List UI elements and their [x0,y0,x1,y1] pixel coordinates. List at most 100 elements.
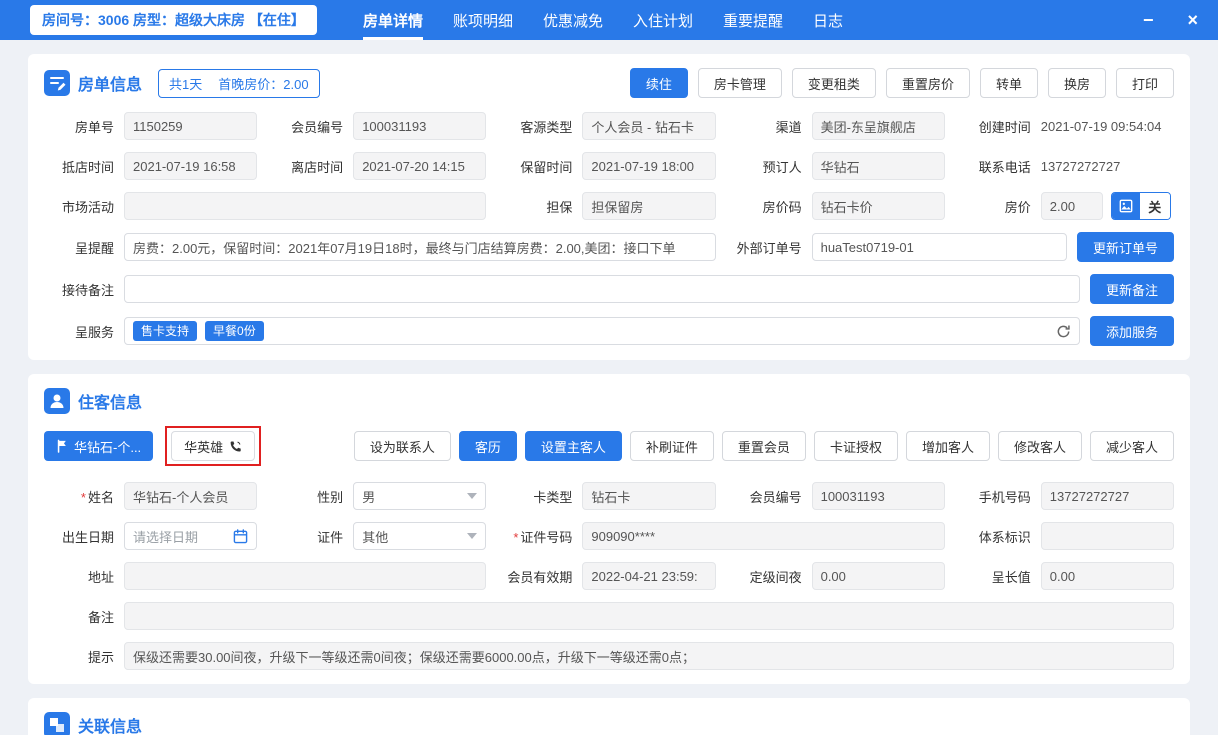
id-type-value: 其他 [362,529,389,545]
hold-time-field: 保留时间 2021-07-19 18:00 [502,152,716,180]
extend-stay-button[interactable]: 续住 [629,68,688,98]
id-no-field: * 证件号码 909090**** [502,522,945,550]
leave-time-value: 2021-07-20 14:15 [353,152,487,180]
tab-important-reminder[interactable]: 重要提醒 [723,0,783,40]
arrive-time-label: 抵店时间 [61,159,114,175]
guest-name-field: * 姓名 华钻石-个人会员 [44,482,258,510]
set-main-guest-button[interactable]: 设置主客人 [524,431,622,461]
guest-member-no-value: 100031193 [811,482,945,510]
set-contact-button[interactable]: 设为联系人 [353,431,451,461]
booker-field: 预订人 华钻石 [732,152,945,180]
reception-note-label: 接待备注 [61,282,114,298]
remove-guest-button[interactable]: 减少客人 [1089,431,1174,461]
print-button[interactable]: 打印 [1115,68,1174,98]
guest-section-title: 住客信息 [78,395,143,412]
guarantee-field: 担保 担保留房 [502,192,716,220]
reminder-text: 房费：2.00元，保留时间：2021年07月19日18时，最终与门店结算房费：2… [133,240,676,256]
tab-log[interactable]: 日志 [813,0,843,40]
birthday-label: 出生日期 [61,529,114,545]
guest-source-label: 客源类型 [520,119,573,135]
guest-source-field: 客源类型 个人会员 - 钻石卡 [502,112,716,140]
create-time-label: 创建时间 [978,119,1031,135]
service-tag: 早餐0份 [205,321,264,341]
change-room-button[interactable]: 换房 [1047,68,1106,98]
close-icon[interactable]: × [1187,11,1198,29]
minimize-icon[interactable]: − [1143,11,1154,29]
order-no-value: 1150259 [124,112,258,140]
update-order-no-button[interactable]: 更新订单号 [1076,232,1174,262]
external-order-input[interactable]: huaTest0719-01 [811,233,1067,261]
chevron-down-icon [467,493,478,499]
member-no-label: 会员编号 [291,119,344,135]
topbar: 房间号：3006 房型：超级大床房 【在住】 房单详情 账项明细 优惠减免 入住… [0,0,1218,40]
leave-time-field: 离店时间 2021-07-20 14:15 [273,152,487,180]
cheng-value-field: 呈长值 0.00 [961,562,1174,590]
price-switch-state[interactable]: 关 [1139,193,1170,219]
arrive-time-field: 抵店时间 2021-07-19 16:58 [44,152,258,180]
guest-actions: 设为联系人 客历 设置主客人 补刷证件 重置会员 卡证授权 增加客人 修改客人 … [353,431,1174,461]
rescan-id-button[interactable]: 补刷证件 [629,431,714,461]
related-info-section: 关联信息 [28,698,1190,735]
window-controls: − × [1143,11,1198,29]
price-chart-icon-button[interactable] [1111,193,1140,219]
guest-tab-primary[interactable]: 华钻石-个... [44,431,154,461]
guest-tab-label: 华英雄 [184,439,224,455]
guest-toolbar: 华钻石-个... 华英雄 设为联系人 客历 设置主客人 补刷证件 重置会员 卡证… [44,426,1174,466]
phone-icon [229,440,242,453]
reset-member-button[interactable]: 重置会员 [721,431,806,461]
guest-note-field: 备注 [44,602,1174,630]
calendar-icon[interactable] [233,528,248,544]
reminder-label: 呈提醒 [74,240,114,256]
reminder-field: 呈提醒 房费：2.00元，保留时间：2021年07月19日18时，最终与门店结算… [44,232,716,262]
price-display-toggle: 关 [1110,192,1171,220]
cheng-value-label: 呈长值 [991,569,1031,585]
order-no-label: 房单号 [74,119,114,135]
external-order-label: 外部订单号 [736,240,802,256]
gender-label: 性别 [317,489,344,505]
guest-history-button[interactable]: 客历 [458,431,517,461]
member-no-value: 100031193 [353,112,487,140]
contact-phone-label: 联系电话 [978,159,1031,175]
birthday-input[interactable]: 请选择日期 [124,522,258,550]
required-mark: * [80,489,86,505]
update-note-button[interactable]: 更新备注 [1089,274,1174,304]
reset-price-button[interactable]: 重置房价 [885,68,970,98]
campaign-field: 市场活动 [44,192,487,220]
create-time-field: 创建时间 2021-07-19 09:54:04 [961,112,1174,140]
leave-time-label: 离店时间 [291,159,344,175]
id-type-field: 证件 其他 [273,522,487,550]
guarantee-label: 担保 [546,199,573,215]
system-flag-field: 体系标识 [961,522,1174,550]
create-time-value: 2021-07-19 09:54:04 [1040,118,1162,134]
related-info-header: 关联信息 [44,712,1174,735]
room-price-value: 2.00 [1040,192,1103,220]
card-authorize-button[interactable]: 卡证授权 [813,431,898,461]
add-service-button[interactable]: 添加服务 [1089,316,1174,346]
service-field: 呈服务 售卡支持 早餐0份 添加服务 [44,316,1174,346]
channel-label: 渠道 [775,119,802,135]
address-field: 地址 [44,562,487,590]
room-order-window: 房间号：3006 房型：超级大床房 【在住】 房单详情 账项明细 优惠减免 入住… [0,0,1218,735]
refresh-icon[interactable] [1056,324,1071,339]
rate-code-field: 房价码 钻石卡价 [732,192,945,220]
edit-guest-button[interactable]: 修改客人 [997,431,1082,461]
add-guest-button[interactable]: 增加客人 [905,431,990,461]
tab-order-detail[interactable]: 房单详情 [362,0,423,40]
tab-checkin-plan[interactable]: 入住计划 [633,0,693,40]
hold-time-value: 2021-07-19 18:00 [582,152,716,180]
related-link-icon [44,712,70,735]
service-tags-container: 售卡支持 早餐0份 [124,317,1080,345]
cheng-value-value: 0.00 [1040,562,1174,590]
tab-account-detail[interactable]: 账项明细 [453,0,513,40]
order-actions: 续住 房卡管理 变更租类 重置房价 转单 换房 打印 [629,68,1174,98]
reception-note-input[interactable] [124,275,1080,303]
guest-form: *姓名 华钻石-个人会员 性别 男 卡类型 钻石卡 会员编号 10003119 [44,482,1174,670]
tab-discount[interactable]: 优惠减免 [543,0,603,40]
transfer-order-button[interactable]: 转单 [979,68,1038,98]
change-rent-type-button[interactable]: 变更租类 [791,68,876,98]
reception-note-field: 接待备注 更新备注 [44,274,1174,304]
gender-select[interactable]: 男 [353,482,487,510]
guest-tab-secondary[interactable]: 华英雄 [171,431,256,461]
id-type-select[interactable]: 其他 [353,522,487,550]
room-card-manage-button[interactable]: 房卡管理 [697,68,782,98]
